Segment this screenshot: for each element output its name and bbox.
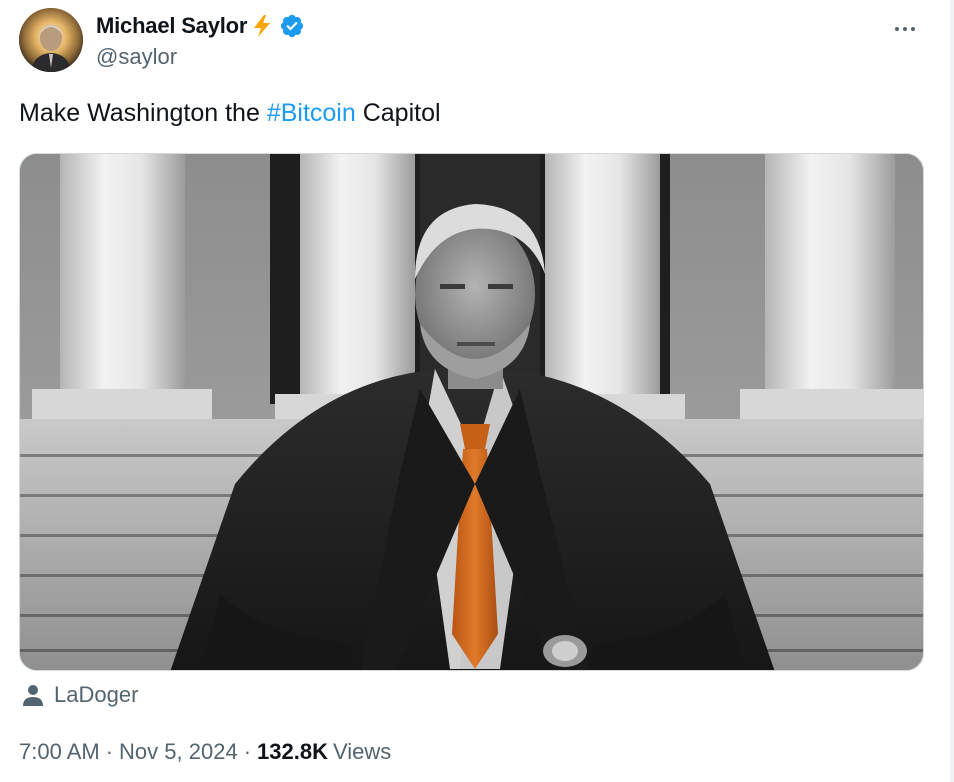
tweet-meta: 7:00 AM · Nov 5, 2024 · 132.8K Views <box>19 736 391 768</box>
lightning-bolt-icon <box>249 13 275 39</box>
tweet-text-before: Make Washington the <box>19 99 267 127</box>
tweet-header: Michael Saylor @saylor <box>19 8 924 74</box>
avatar[interactable] <box>19 8 83 72</box>
meta-separator: · <box>105 739 114 764</box>
more-options-button[interactable] <box>888 18 922 40</box>
tweet-time[interactable]: 7:00 AM <box>19 739 100 765</box>
verified-badge-icon[interactable] <box>279 13 305 39</box>
tweet-date[interactable]: Nov 5, 2024 <box>119 739 238 765</box>
hashtag-link[interactable]: #Bitcoin <box>267 99 356 127</box>
views-label: Views <box>332 739 392 764</box>
timeline-border <box>950 0 954 782</box>
avatar-image <box>19 8 83 72</box>
meta-separator-2: · <box>243 739 252 764</box>
tweet-text: Make Washington the #Bitcoin Capitol <box>19 96 441 130</box>
ellipsis-icon <box>895 27 899 31</box>
views-count[interactable]: 132.8K <box>257 739 328 765</box>
author-display-name[interactable]: Michael Saylor <box>96 13 247 39</box>
photo-capitol-steps <box>20 154 923 670</box>
person-icon <box>22 683 44 707</box>
author-handle[interactable]: @saylor <box>96 44 177 70</box>
tweet-media-photo[interactable] <box>19 153 924 671</box>
author-name-row[interactable]: Michael Saylor <box>96 12 305 40</box>
media-credit-name[interactable]: LaDoger <box>54 682 138 708</box>
tweet-text-after: Capitol <box>355 99 441 127</box>
media-credit[interactable]: LaDoger <box>22 680 138 710</box>
